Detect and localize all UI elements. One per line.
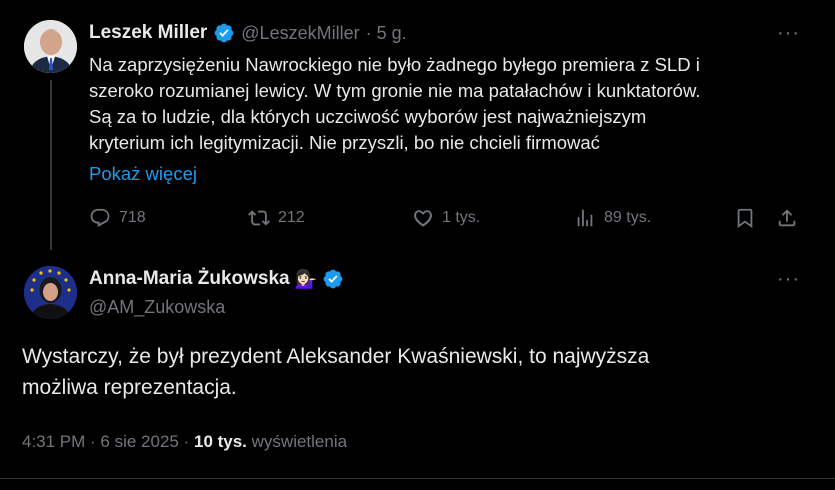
tweet-text-line: kryterium ich legitymizacji. Nie przyszl… xyxy=(89,132,600,153)
share-icon xyxy=(778,209,796,227)
more-options-icon[interactable]: ··· xyxy=(777,22,800,45)
tweet-text: Na zaprzysiężeniu Nawrockiego nie było ż… xyxy=(89,52,819,156)
tweet-text-line: Na zaprzysiężeniu Nawrockiego nie było ż… xyxy=(89,54,700,75)
views-count: 89 tys. xyxy=(604,209,652,226)
bookmark-icon xyxy=(737,208,753,229)
show-more-link[interactable]: Pokaż więcej xyxy=(89,163,197,185)
views-icon xyxy=(577,209,593,227)
reply-timestamp[interactable]: 4:31 PM · 6 sie 2025 · xyxy=(22,432,194,451)
views-button[interactable]: 89 tys. xyxy=(574,207,651,229)
reply-text-line: możliwa reprezentacja. xyxy=(22,376,237,399)
bookmark-button[interactable] xyxy=(734,207,756,229)
repost-count: 212 xyxy=(278,209,305,226)
bottom-divider xyxy=(0,478,835,479)
like-icon xyxy=(414,210,432,227)
author-name[interactable]: Leszek Miller xyxy=(89,22,207,44)
reply-button[interactable]: 718 xyxy=(89,207,146,229)
tweet-text-line: Są za to ludzie, dla których uczciwość w… xyxy=(89,106,647,127)
avatar-portrait-icon xyxy=(24,20,77,73)
reply-views-count: 10 tys. xyxy=(193,432,247,451)
verified-icon xyxy=(323,269,343,289)
share-button[interactable] xyxy=(776,207,798,229)
thread-line xyxy=(50,80,52,250)
like-button[interactable]: 1 tys. xyxy=(412,207,480,229)
reply-meta: 4:31 PM · 6 sie 2025 · 10 tys. wyświetle… xyxy=(22,432,347,452)
reply-text: Wystarczy, że był prezydent Aleksander K… xyxy=(22,341,812,403)
reply-icon xyxy=(90,208,110,227)
tweet-time[interactable]: · 5 g. xyxy=(366,23,407,44)
reply-views-label: wyświetlenia xyxy=(246,432,348,451)
verified-icon xyxy=(214,23,234,43)
repost-icon xyxy=(248,210,270,226)
author-emoji: 💁🏻‍♀️ xyxy=(294,268,318,289)
avatar-portrait-icon xyxy=(24,266,77,319)
repost-button[interactable]: 212 xyxy=(248,207,305,229)
reply-text-line: Wystarczy, że był prezydent Aleksander K… xyxy=(22,345,650,368)
reply-more-options-icon[interactable]: ··· xyxy=(777,268,800,291)
reply-author-name[interactable]: Anna-Maria Żukowska xyxy=(89,268,290,290)
author-handle[interactable]: @LeszekMiller xyxy=(241,23,359,44)
tweet-text-line: szeroko rozumianej lewicy. W tym gronie … xyxy=(89,80,701,101)
reply-author-handle[interactable]: @AM_Zukowska xyxy=(89,297,225,318)
avatar-leszek-miller[interactable] xyxy=(24,20,77,73)
like-count: 1 tys. xyxy=(442,209,481,226)
reply-count: 718 xyxy=(119,209,146,226)
avatar-anna-maria-zukowska[interactable] xyxy=(24,266,77,319)
